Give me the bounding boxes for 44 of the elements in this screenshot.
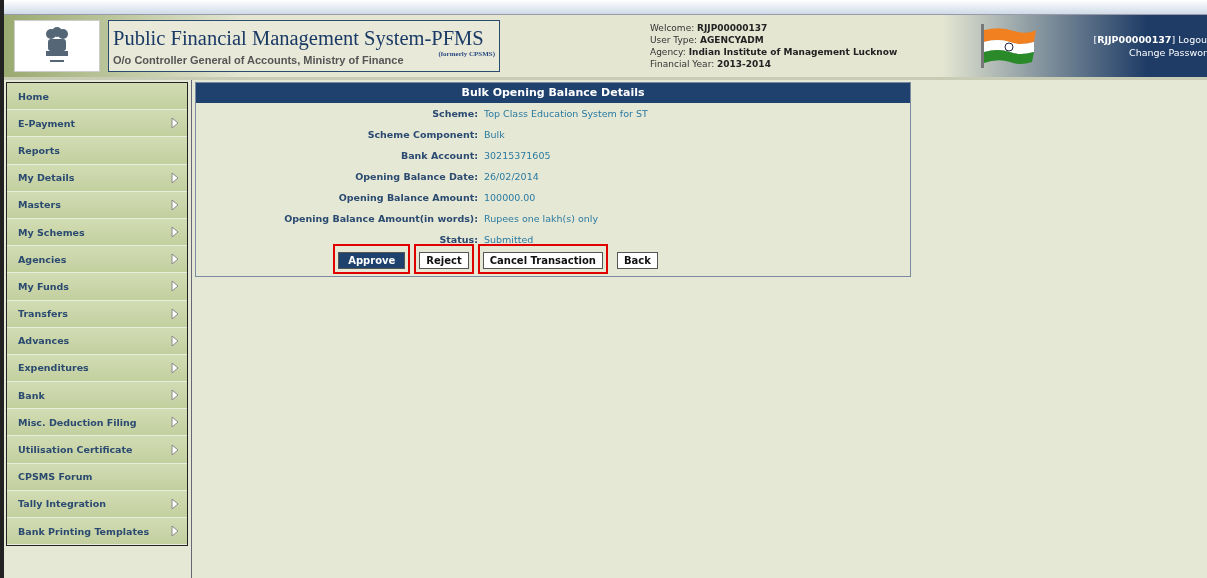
action-button[interactable]: Reject — [419, 252, 469, 269]
sidebar-item[interactable]: Bank Printing Templates — [7, 518, 187, 546]
sidebar-item[interactable]: Masters — [7, 191, 187, 219]
sidebar-item[interactable]: Advances — [7, 327, 187, 355]
field-value: Submitted — [484, 233, 535, 247]
field-value: 100000.00 — [484, 191, 537, 205]
field-value: Bulk — [484, 128, 506, 142]
field-value: Top Class Education System for ST — [484, 107, 649, 121]
logout-link[interactable]: [RJJP00000137] Logou — [1093, 33, 1207, 46]
office-subtitle: O/o Controller General of Accounts, Ministry of Finance — [113, 54, 404, 66]
sidebar-item[interactable]: CPSMS Forum — [7, 463, 187, 491]
sidebar-item[interactable]: Transfers — [7, 300, 187, 328]
field-value: Rupees one lakh(s) only — [484, 212, 600, 226]
field-value: 30215371605 — [484, 149, 552, 163]
field-label: Opening Balance Amount(in words): — [283, 212, 478, 226]
user-info-line: Agency: Indian Institute of Management Lucknow — [650, 46, 899, 58]
sidebar-item[interactable]: Bank — [7, 382, 187, 410]
sidebar-item[interactable]: My Funds — [7, 273, 187, 301]
sidebar-item[interactable]: Agencies — [7, 246, 187, 274]
system-title: Public Financial Management System-PFMS — [113, 26, 485, 50]
user-info-line: Financial Year: 2013-2014 — [650, 58, 772, 70]
sidebar-item[interactable]: Expenditures — [7, 354, 187, 383]
sidebar-item[interactable]: Utilisation Certificate — [7, 436, 187, 464]
sidebar-item[interactable]: Misc. Deduction Filing — [7, 409, 187, 437]
sidebar-item[interactable]: Reports — [7, 137, 187, 165]
field-label: Bank Account: — [399, 149, 478, 163]
sidebar-item[interactable]: My Details — [7, 164, 187, 192]
sidebar-item[interactable]: Home — [7, 83, 187, 111]
sidebar-item[interactable]: Tally Integration — [7, 490, 187, 518]
user-info-line: Welcome: RJJP00000137 — [650, 22, 769, 34]
sidebar-item[interactable]: My Schemes — [7, 218, 187, 247]
sidebar-item[interactable]: E-Payment — [7, 110, 187, 138]
field-label: Status: — [438, 233, 478, 247]
field-label: Scheme Component: — [366, 128, 478, 142]
action-button[interactable]: Cancel Transaction — [482, 252, 603, 269]
field-value: 26/02/2014 — [484, 170, 540, 184]
panel-title: Bulk Opening Balance Details — [196, 83, 910, 103]
user-info-line: User Type: AGENCYADM — [650, 34, 765, 46]
action-button[interactable]: Back — [616, 252, 658, 269]
change-password-link[interactable]: Change Passwor — [1129, 46, 1207, 59]
action-button[interactable]: Approve — [338, 252, 406, 269]
field-label: Scheme: — [431, 107, 478, 121]
field-label: Opening Balance Amount: — [337, 191, 478, 205]
field-label: Opening Balance Date: — [354, 170, 478, 184]
